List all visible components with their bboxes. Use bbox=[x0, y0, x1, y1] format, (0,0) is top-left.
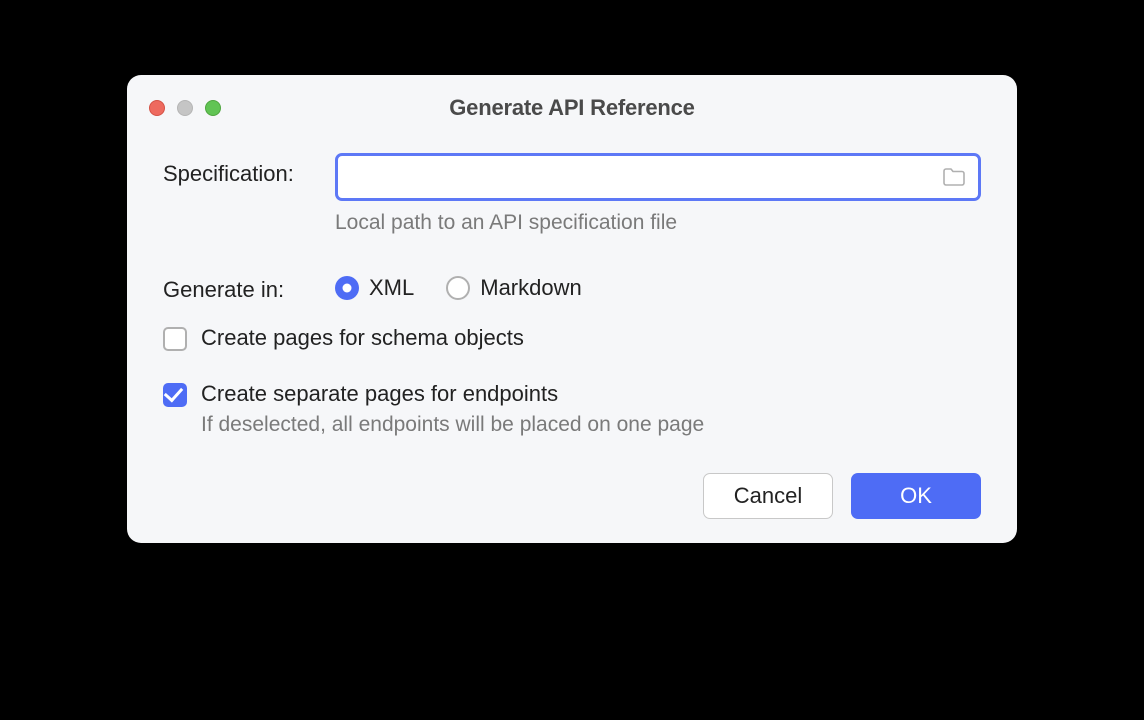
titlebar: Generate API Reference bbox=[127, 75, 1017, 123]
radio-xml[interactable] bbox=[335, 276, 359, 300]
dialog-content: Specification: Local path to an API spec… bbox=[127, 123, 1017, 543]
folder-icon[interactable] bbox=[942, 167, 966, 187]
specification-hint: Local path to an API specification file bbox=[335, 211, 981, 235]
radio-markdown[interactable] bbox=[446, 276, 470, 300]
window-minimize-button[interactable] bbox=[177, 100, 193, 116]
button-row: Cancel OK bbox=[163, 473, 981, 519]
radio-xml-group[interactable]: XML bbox=[335, 275, 414, 301]
cancel-button[interactable]: Cancel bbox=[703, 473, 833, 519]
endpoint-pages-row: Create separate pages for endpoints If d… bbox=[163, 381, 981, 437]
endpoint-pages-label: Create separate pages for endpoints bbox=[201, 381, 704, 407]
generate-in-row: Generate in: XML Markdown bbox=[163, 269, 981, 303]
specification-label: Specification: bbox=[163, 153, 335, 187]
schema-pages-checkbox[interactable] bbox=[163, 327, 187, 351]
radio-xml-label: XML bbox=[369, 275, 414, 301]
specification-input[interactable] bbox=[350, 166, 942, 189]
window-close-button[interactable] bbox=[149, 100, 165, 116]
schema-pages-label: Create pages for schema objects bbox=[201, 325, 524, 351]
dialog-title: Generate API Reference bbox=[149, 95, 995, 121]
radio-markdown-label: Markdown bbox=[480, 275, 581, 301]
radio-markdown-group[interactable]: Markdown bbox=[446, 275, 581, 301]
specification-row: Specification: Local path to an API spec… bbox=[163, 153, 981, 235]
endpoint-pages-sub: If deselected, all endpoints will be pla… bbox=[201, 413, 704, 437]
endpoint-pages-checkbox[interactable] bbox=[163, 383, 187, 407]
generate-in-label: Generate in: bbox=[163, 269, 335, 303]
window-maximize-button[interactable] bbox=[205, 100, 221, 116]
window-controls bbox=[149, 100, 221, 116]
generate-api-reference-dialog: Generate API Reference Specification: Lo… bbox=[127, 75, 1017, 543]
ok-button[interactable]: OK bbox=[851, 473, 981, 519]
schema-pages-row: Create pages for schema objects bbox=[163, 325, 981, 351]
specification-input-wrap[interactable] bbox=[335, 153, 981, 201]
